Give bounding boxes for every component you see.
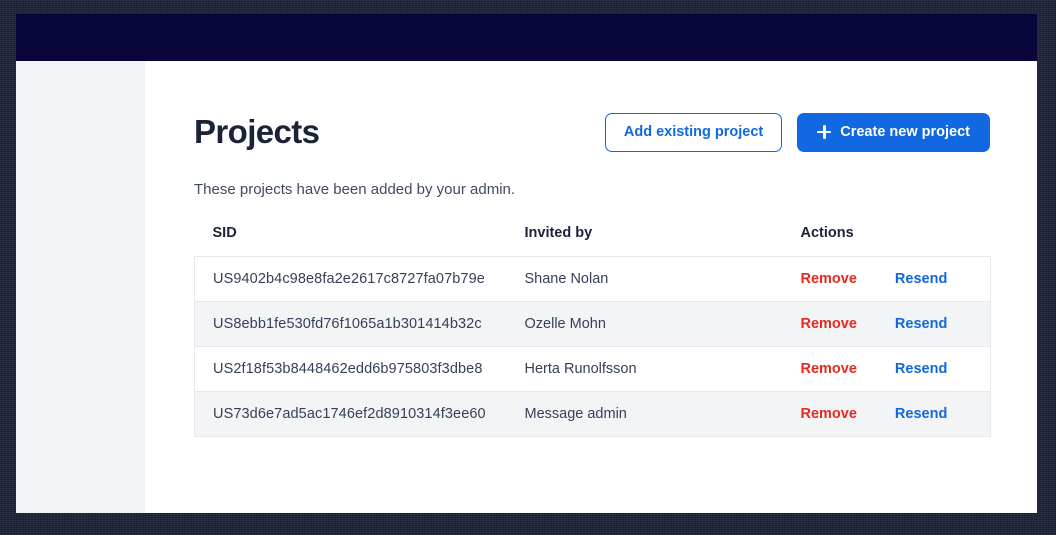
cell-sid: US2f18f53b8448462edd6b975803f3dbe8: [195, 347, 525, 392]
table-header-row: SID Invited by Actions: [195, 225, 991, 257]
table-row: US2f18f53b8448462edd6b975803f3dbe8 Herta…: [195, 347, 991, 392]
add-existing-project-button[interactable]: Add existing project: [605, 113, 782, 152]
plus-icon: [817, 125, 831, 139]
resend-link[interactable]: Resend: [895, 316, 947, 332]
remove-link[interactable]: Remove: [801, 316, 857, 332]
table-row: US73d6e7ad5ac1746ef2d8910314f3ee60 Messa…: [195, 392, 991, 437]
projects-panel: Projects Add existing project Create new…: [194, 109, 990, 437]
resend-link[interactable]: Resend: [895, 361, 947, 377]
resend-link[interactable]: Resend: [895, 271, 947, 287]
cell-sid: US8ebb1fe530fd76f1065a1b301414b32c: [195, 302, 525, 347]
page-header: Projects Add existing project Create new…: [194, 109, 990, 155]
table-body: US9402b4c98e8fa2e2617c8727fa07b79e Shane…: [195, 257, 991, 437]
cell-sid: US73d6e7ad5ac1746ef2d8910314f3ee60: [195, 392, 525, 437]
column-header-invited-by: Invited by: [525, 225, 801, 257]
cell-actions: Remove Resend: [801, 347, 991, 392]
table-row: US9402b4c98e8fa2e2617c8727fa07b79e Shane…: [195, 257, 991, 302]
cell-sid: US9402b4c98e8fa2e2617c8727fa07b79e: [195, 257, 525, 302]
cell-actions: Remove Resend: [801, 392, 991, 437]
main-content-area: Projects Add existing project Create new…: [145, 61, 1037, 513]
cell-invited-by: Message admin: [525, 392, 801, 437]
projects-table: SID Invited by Actions US9402b4c98e8fa2e…: [194, 225, 991, 437]
app-page: Projects Add existing project Create new…: [16, 14, 1037, 513]
top-navigation-bar: [16, 14, 1037, 61]
cell-invited-by: Herta Runolfsson: [525, 347, 801, 392]
create-new-project-label: Create new project: [840, 124, 970, 140]
remove-link[interactable]: Remove: [801, 406, 857, 422]
remove-link[interactable]: Remove: [801, 361, 857, 377]
row-actions: Remove Resend: [801, 271, 991, 287]
remove-link[interactable]: Remove: [801, 271, 857, 287]
cell-invited-by: Shane Nolan: [525, 257, 801, 302]
column-header-actions: Actions: [801, 225, 991, 257]
page-title: Projects: [194, 112, 319, 152]
row-actions: Remove Resend: [801, 406, 991, 422]
column-header-sid: SID: [195, 225, 525, 257]
header-action-buttons: Add existing project Create new project: [605, 113, 990, 152]
table-row: US8ebb1fe530fd76f1065a1b301414b32c Ozell…: [195, 302, 991, 347]
left-sidebar[interactable]: [16, 61, 145, 513]
resend-link[interactable]: Resend: [895, 406, 947, 422]
table-header: SID Invited by Actions: [195, 225, 991, 257]
cell-invited-by: Ozelle Mohn: [525, 302, 801, 347]
create-new-project-button[interactable]: Create new project: [797, 113, 990, 152]
row-actions: Remove Resend: [801, 316, 991, 332]
screenshot-frame: Projects Add existing project Create new…: [0, 0, 1056, 535]
cell-actions: Remove Resend: [801, 257, 991, 302]
cell-actions: Remove Resend: [801, 302, 991, 347]
row-actions: Remove Resend: [801, 361, 991, 377]
page-subtitle: These projects have been added by your a…: [194, 180, 990, 200]
